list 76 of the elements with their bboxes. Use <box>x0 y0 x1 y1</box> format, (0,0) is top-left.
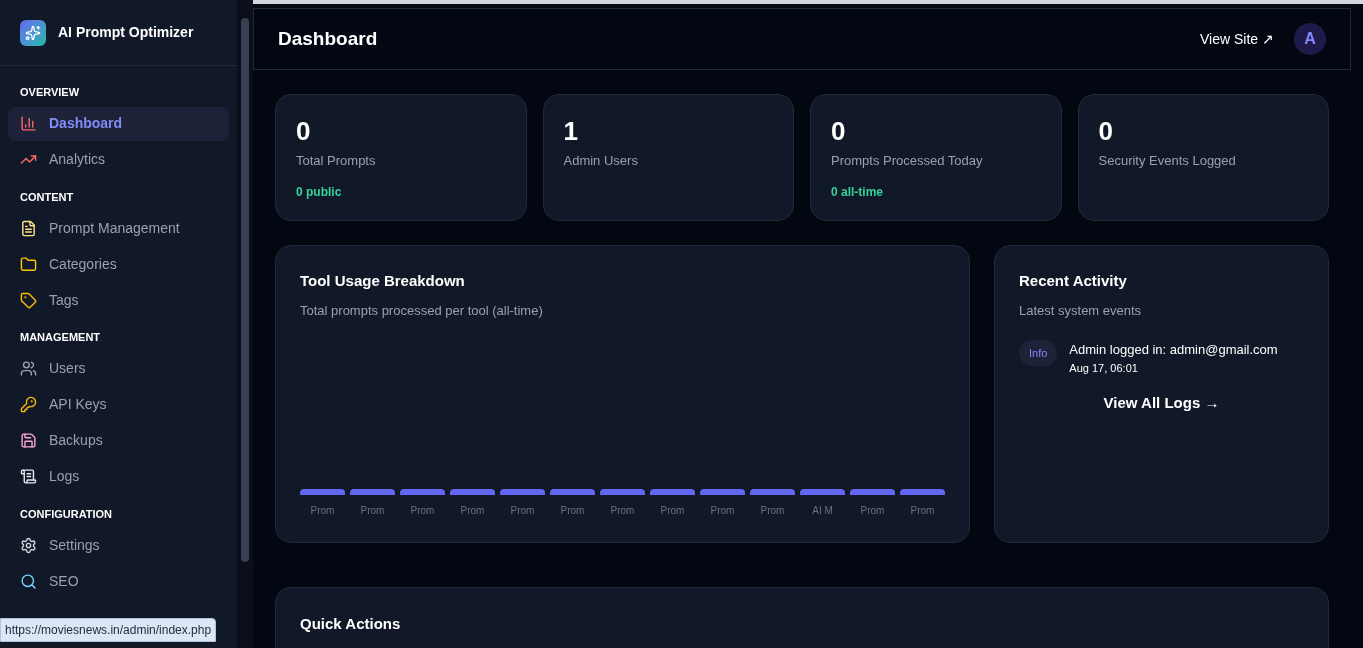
bar-label: Prom <box>610 504 635 518</box>
card-title: Quick Actions <box>300 615 401 632</box>
stat-value: 0 <box>831 115 847 147</box>
card-subtitle: Latest system events <box>1019 301 1143 320</box>
bar-label: Prom <box>410 504 435 518</box>
bar-chart-icon <box>20 115 37 132</box>
folder-icon <box>20 255 37 273</box>
chart-bar <box>900 489 945 495</box>
tag-icon <box>20 291 37 309</box>
stat-label: Admin Users <box>563 152 639 170</box>
chart-bar <box>850 489 895 495</box>
document-icon <box>20 219 37 237</box>
card-title: Tool Usage Breakdown <box>300 271 466 291</box>
bar-label: Prom <box>660 504 685 518</box>
key-icon <box>20 396 37 413</box>
section-heading: CONTENT <box>19 189 75 205</box>
nav-item[interactable]: Users <box>8 351 229 386</box>
magnifier-icon <box>20 572 37 590</box>
chart-bar <box>450 489 495 495</box>
stat-value: 0 <box>1098 115 1114 147</box>
event-message: Admin logged in: admin@gmail.com <box>1069 341 1278 359</box>
stat-label: Prompts Processed Today <box>831 152 984 170</box>
sidebar-scrollbar[interactable] <box>237 0 253 648</box>
bar-label: Prom <box>310 504 335 518</box>
bar-label: Prom <box>360 504 385 518</box>
user-avatar[interactable]: A <box>1294 23 1326 55</box>
nav-item[interactable]: Logs <box>8 459 229 494</box>
card-title: Recent Activity <box>1019 271 1128 291</box>
nav-item[interactable]: Prompt Management <box>8 211 229 245</box>
bar-label: Prom <box>510 504 535 518</box>
view-site-link[interactable]: View Site ↗ <box>1200 28 1274 50</box>
section-heading: OVERVIEW <box>19 85 81 100</box>
nav-item[interactable]: Dashboard <box>8 106 229 141</box>
chart-bar <box>400 489 445 495</box>
chart-bar <box>700 489 745 495</box>
stat-value: 0 <box>296 115 312 147</box>
nav-item[interactable]: Settings <box>8 528 229 562</box>
chart-bar <box>650 489 695 495</box>
section-heading: CONFIGURATION <box>19 506 114 522</box>
stat-label: Security Events Logged <box>1098 152 1237 170</box>
chart-bar <box>300 489 345 495</box>
stat-note: 0 all-time <box>831 183 885 201</box>
nav-item[interactable]: SEO <box>8 564 229 598</box>
stat-label: Total Prompts <box>296 152 377 170</box>
bar-label: AI M <box>812 504 833 518</box>
brand-name: AI Prompt Optimizer <box>58 23 194 42</box>
bar-label: Prom <box>860 504 885 518</box>
gear-icon <box>20 536 37 554</box>
chart-bar <box>800 489 845 495</box>
info-badge: Info <box>1019 340 1058 366</box>
chart-bar <box>750 489 795 495</box>
nav-item[interactable]: Categories <box>8 247 229 281</box>
sparkle-logo-icon <box>20 19 46 46</box>
event-time: Aug 17, 06:01 <box>1069 360 1139 376</box>
scroll-icon <box>20 468 37 485</box>
bar-label: Prom <box>560 504 585 518</box>
stat-value: 1 <box>563 115 579 147</box>
chart-bar <box>550 489 595 495</box>
page-title: Dashboard <box>278 26 378 51</box>
bar-label: Prom <box>710 504 735 518</box>
view-logs-link[interactable]: View All Logs → <box>1103 392 1220 415</box>
card-subtitle: Total prompts processed per tool (all-time) <box>300 301 544 320</box>
section-heading: MANAGEMENT <box>19 330 102 345</box>
link-url-tooltip: https://moviesnews.in/admin/index.php <box>0 618 217 642</box>
users-icon <box>20 360 37 377</box>
nav-item[interactable]: Analytics <box>8 142 229 177</box>
nav-item[interactable]: API Keys <box>8 387 229 422</box>
bar-label: Prom <box>460 504 485 518</box>
chart-bar <box>500 489 545 495</box>
chart-bar <box>350 489 395 495</box>
nav-item[interactable]: Backups <box>8 423 229 458</box>
bar-label: Prom <box>910 504 935 518</box>
nav-item[interactable]: Tags <box>8 283 229 317</box>
stat-note: 0 public <box>296 183 343 201</box>
chart-bar <box>600 489 645 495</box>
bar-label: Prom <box>760 504 785 518</box>
